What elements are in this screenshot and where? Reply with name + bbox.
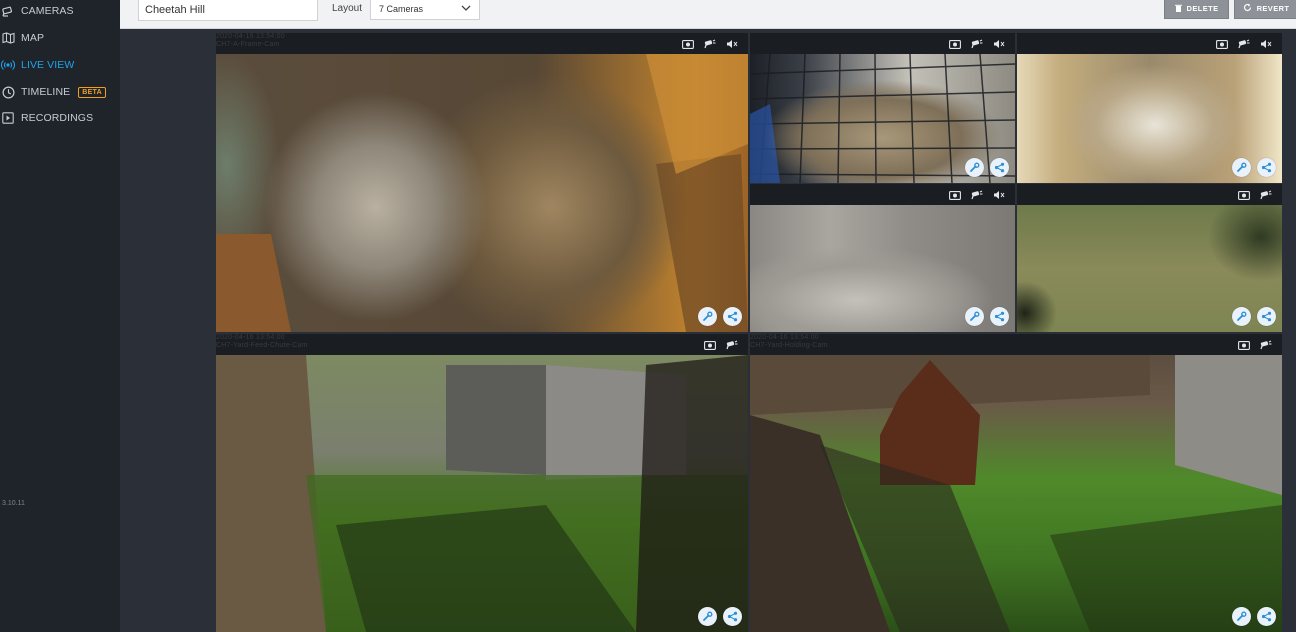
- camera-timestamp: 2020-04-16 13:54:00 CH7-A-Frame-Cam: [216, 33, 285, 48]
- sidebar-item-cameras[interactable]: CAMERAS: [0, 1, 74, 21]
- snapshot-icon[interactable]: [948, 38, 961, 49]
- wrench-icon[interactable]: [1232, 307, 1251, 326]
- sidebar-item-recordings[interactable]: RECORDINGS: [0, 108, 93, 128]
- camera-toolbar: 2020-04-16 13:54:00 CH7-A-Frame-Cam: [216, 33, 748, 54]
- trash-icon: [1174, 4, 1182, 14]
- camera-tile[interactable]: [750, 184, 1015, 332]
- camera-timestamp: 2020-04-16 13:54:00 CH7-Yard-Feed-Chute-C…: [216, 334, 308, 349]
- share-icon[interactable]: [1257, 307, 1276, 326]
- map-icon: [1, 31, 15, 45]
- snapshot-icon[interactable]: [1215, 38, 1228, 49]
- sidebar-item-timeline[interactable]: TIMELINE BETA: [0, 82, 106, 102]
- wrench-icon[interactable]: [1232, 607, 1251, 626]
- clock-icon: [1, 85, 15, 99]
- sidebar-item-label: MAP: [21, 32, 45, 44]
- beta-badge: BETA: [78, 86, 106, 98]
- mute-icon[interactable]: [992, 38, 1005, 49]
- live-signal-icon: [1, 58, 15, 72]
- camera-tile[interactable]: [1017, 184, 1282, 332]
- ptz-camera-icon[interactable]: [1259, 189, 1272, 200]
- share-icon[interactable]: [723, 607, 742, 626]
- sidebar-item-label: RECORDINGS: [21, 112, 94, 124]
- delete-button-label: DELETE: [1186, 4, 1219, 13]
- chevron-down-icon: [461, 4, 471, 14]
- ptz-camera-icon[interactable]: [970, 189, 983, 200]
- camera-toolbar: 2020-04-16 13:54:00 CH7-Yard-Holding-Cam: [750, 334, 1282, 355]
- camera-toolbar: [750, 33, 1015, 54]
- ptz-camera-icon[interactable]: [1237, 38, 1250, 49]
- snapshot-icon[interactable]: [1237, 189, 1250, 200]
- share-icon[interactable]: [723, 307, 742, 326]
- feed-overlay: [750, 355, 1282, 632]
- wrench-icon[interactable]: [1232, 158, 1251, 177]
- ptz-camera-icon[interactable]: [725, 339, 738, 350]
- mute-icon[interactable]: [1259, 38, 1272, 49]
- camera-toolbar: [750, 184, 1015, 205]
- app-version: 3.10.11: [2, 500, 25, 507]
- layout-select[interactable]: 7 Cameras: [370, 0, 480, 20]
- ptz-camera-icon[interactable]: [1259, 339, 1272, 350]
- camera-tile[interactable]: 2020-04-16 13:54:00 CH7-A-Frame-Cam: [216, 33, 748, 332]
- ptz-camera-icon[interactable]: [703, 38, 716, 49]
- play-icon: [1, 111, 15, 125]
- sidebar-item-label: TIMELINE: [21, 86, 71, 98]
- camera-tile[interactable]: [750, 33, 1015, 183]
- mute-icon[interactable]: [725, 38, 738, 49]
- camera-toolbar: [1017, 33, 1282, 54]
- delete-button[interactable]: DELETE: [1164, 0, 1229, 19]
- feed-overlay: [216, 54, 748, 332]
- share-icon[interactable]: [990, 307, 1009, 326]
- camera-icon: [1, 4, 15, 18]
- view-name-input[interactable]: [138, 0, 318, 21]
- revert-button[interactable]: REVERT: [1234, 0, 1296, 19]
- mute-icon[interactable]: [992, 189, 1005, 200]
- sidebar-item-map[interactable]: MAP: [0, 28, 44, 48]
- revert-button-label: REVERT: [1256, 4, 1290, 13]
- snapshot-icon[interactable]: [703, 339, 716, 350]
- feed-overlay: [216, 355, 748, 632]
- sidebar-item-live-view[interactable]: LIVE VIEW: [0, 55, 74, 75]
- camera-tile[interactable]: 2020-04-16 13:54:00 CH7-Yard-Feed-Chute-C…: [216, 334, 748, 632]
- camera-toolbar: [1017, 184, 1282, 205]
- snapshot-icon[interactable]: [681, 38, 694, 49]
- camera-timestamp: 2020-04-16 13:54:00 CH7-Yard-Holding-Cam: [750, 334, 828, 349]
- wrench-icon[interactable]: [698, 607, 717, 626]
- sidebar-item-label: CAMERAS: [21, 5, 74, 17]
- wrench-icon[interactable]: [698, 307, 717, 326]
- wrench-icon[interactable]: [965, 158, 984, 177]
- camera-grid: 2020-04-16 13:54:00 CH7-A-Frame-Cam 2020…: [216, 33, 1282, 632]
- layout-label: Layout: [332, 3, 363, 14]
- camera-tile[interactable]: 2020-04-16 13:54:00 CH7-Yard-Holding-Cam: [750, 334, 1282, 632]
- camera-toolbar: 2020-04-16 13:54:00 CH7-Yard-Feed-Chute-C…: [216, 334, 748, 355]
- wrench-icon[interactable]: [965, 307, 984, 326]
- snapshot-icon[interactable]: [948, 189, 961, 200]
- snapshot-icon[interactable]: [1237, 339, 1250, 350]
- layout-select-value: 7 Cameras: [379, 4, 424, 14]
- share-icon[interactable]: [1257, 158, 1276, 177]
- sidebar: CAMERAS MAP LIVE VIEW TIMELINE BETA RECO…: [0, 0, 120, 632]
- share-icon[interactable]: [1257, 607, 1276, 626]
- sidebar-item-label: LIVE VIEW: [21, 59, 75, 71]
- share-icon[interactable]: [990, 158, 1009, 177]
- ptz-camera-icon[interactable]: [970, 38, 983, 49]
- refresh-icon: [1243, 3, 1252, 14]
- camera-tile[interactable]: [1017, 33, 1282, 183]
- live-view-header: Layout 7 Cameras DELETE REVERT: [120, 0, 1296, 29]
